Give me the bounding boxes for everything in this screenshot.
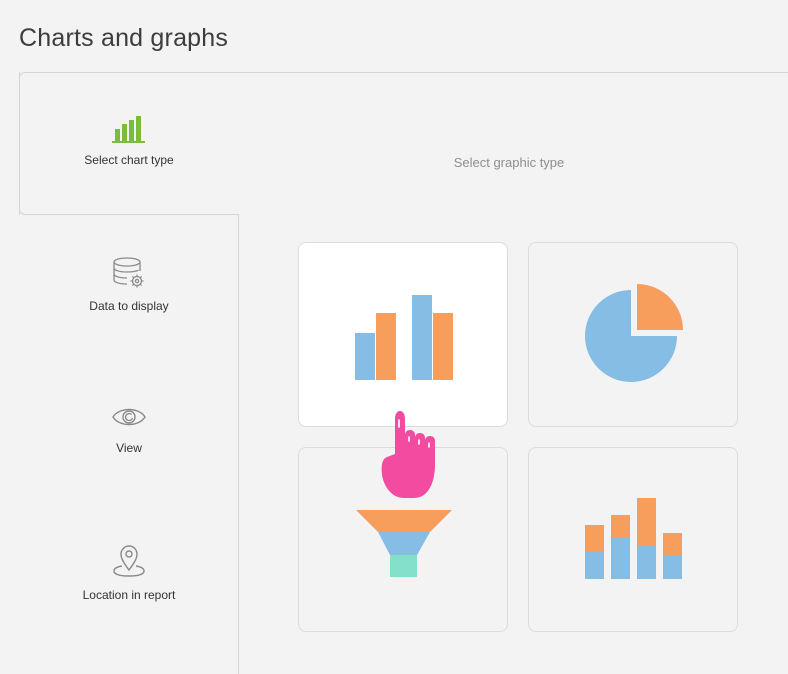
step-view[interactable]: View: [19, 403, 239, 455]
step-label: Location in report: [82, 588, 176, 602]
stacked-bar-chart-icon: [585, 498, 682, 579]
step-data-to-display[interactable]: Data to display: [19, 257, 239, 313]
hand-pointer-icon: [381, 411, 435, 498]
pie-chart-icon: [585, 284, 683, 382]
step-label: View: [116, 441, 142, 455]
grouped-bar-chart-icon: [355, 295, 453, 380]
step-label: Select chart type: [84, 153, 174, 167]
step-location-in-report[interactable]: Location in report: [19, 544, 239, 602]
database-settings-icon: [113, 257, 144, 288]
step-label: Data to display: [89, 299, 169, 313]
map-pin-icon: [113, 545, 145, 577]
bar-chart-icon: [112, 116, 145, 143]
page-title: Charts and graphs: [19, 24, 229, 52]
chart-type-option-stacked-bar[interactable]: [528, 447, 738, 632]
chart-type-option-bar[interactable]: [298, 242, 508, 427]
section-heading: Select graphic type: [453, 155, 565, 170]
eye-icon: [112, 408, 146, 426]
chart-type-option-pie[interactable]: [528, 242, 738, 427]
step-select-chart-type[interactable]: Select chart type: [19, 113, 239, 167]
